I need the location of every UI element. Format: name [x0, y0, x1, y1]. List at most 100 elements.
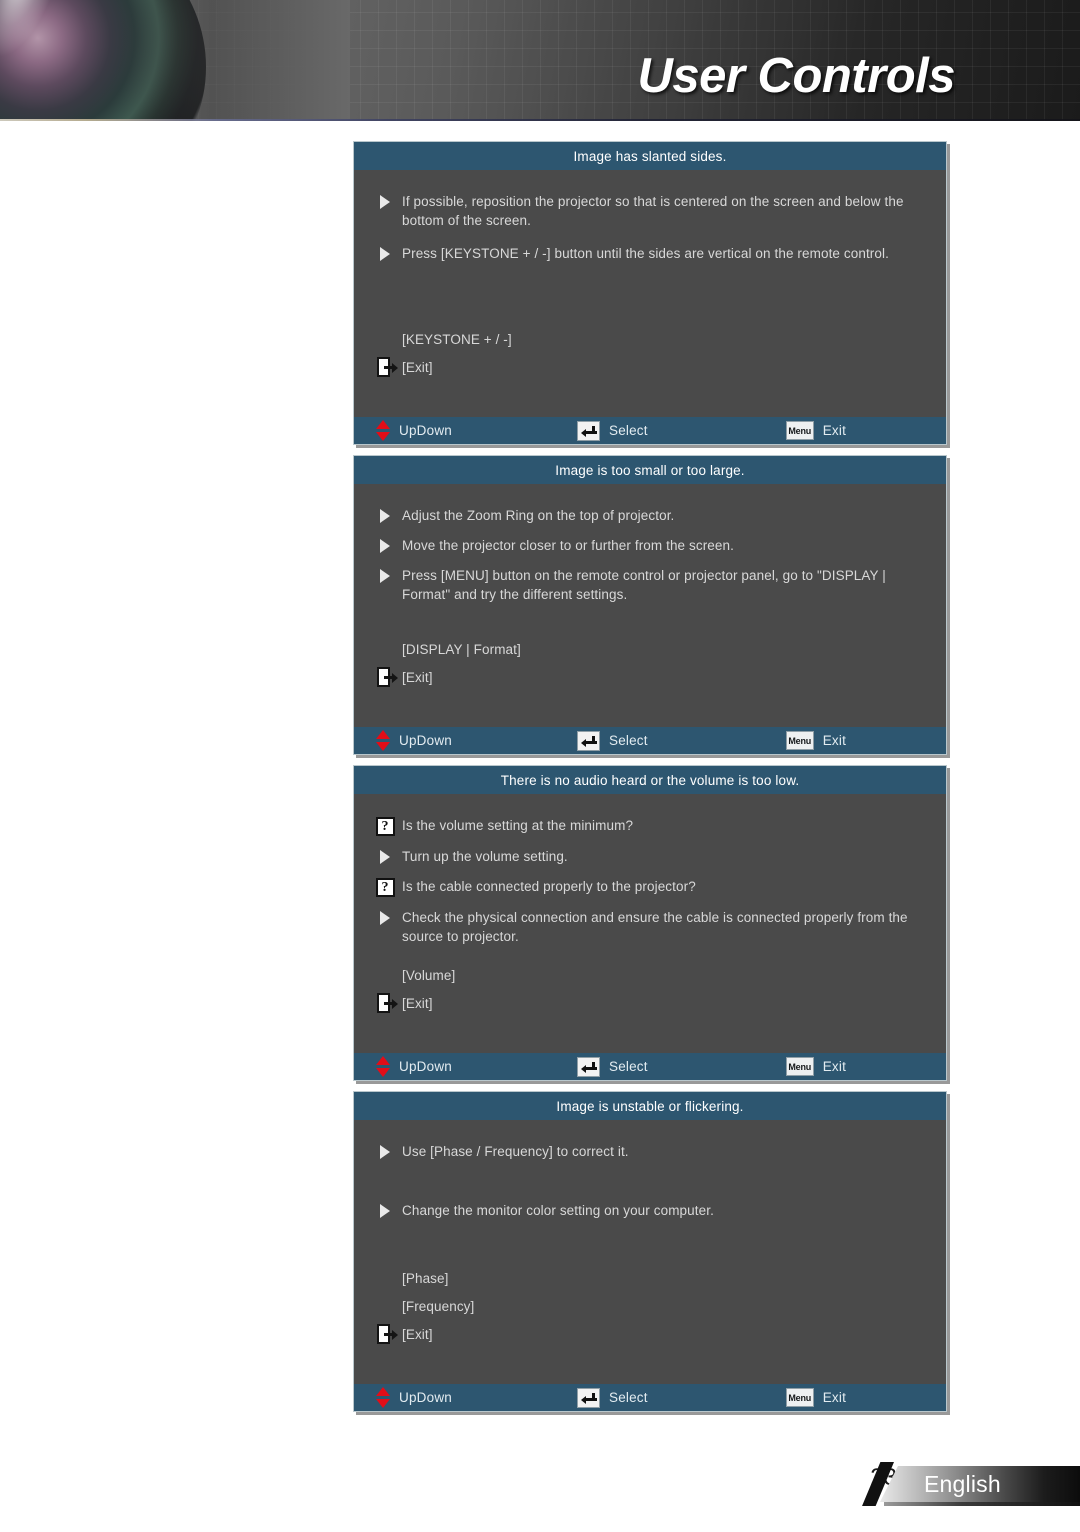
- navbar-select[interactable]: Select: [576, 1387, 648, 1408]
- reference-line: [Exit]: [368, 1322, 932, 1346]
- enter-key-icon: [576, 730, 600, 751]
- arrow-bullet-icon: [368, 1201, 402, 1218]
- arrow-bullet-icon: [368, 1142, 402, 1159]
- panel-references: [Volume] [Exit]: [354, 963, 946, 1053]
- bullet-item: Check the physical connection and ensure…: [368, 908, 932, 946]
- bullet-item: Press [KEYSTONE + / -] button until the …: [368, 244, 932, 263]
- reference-label: [Exit]: [402, 995, 433, 1011]
- navbar-exit[interactable]: Menu Exit: [785, 1057, 847, 1076]
- navbar-select-label: Select: [608, 1059, 648, 1074]
- bullet-text: Is the volume setting at the minimum?: [402, 818, 634, 833]
- question-mark-icon: ?: [368, 877, 402, 897]
- header-divider: [0, 119, 1080, 121]
- reference-label: [KEYSTONE + / -]: [402, 331, 512, 347]
- navbar-select-label: Select: [608, 1390, 648, 1405]
- menu-key-icon: Menu: [785, 1057, 814, 1076]
- navbar-updown[interactable]: UpDown: [376, 1387, 452, 1408]
- page-footer: 23 English: [0, 1460, 1080, 1532]
- bullet-item: Turn up the volume setting.: [368, 847, 932, 866]
- navbar-updown-label: UpDown: [399, 1059, 452, 1074]
- reference-line: [Volume]: [368, 963, 932, 987]
- osd-navbar: UpDown Select Menu Exit: [354, 1384, 946, 1411]
- red-up-down-arrow-icon: [376, 420, 390, 441]
- navbar-updown[interactable]: UpDown: [376, 420, 452, 441]
- menu-key-icon: Menu: [785, 1388, 814, 1407]
- osd-panel: Image is unstable or flickering. Use [Ph…: [353, 1091, 947, 1412]
- osd-navbar: UpDown Select Menu Exit: [354, 1053, 946, 1080]
- navbar-updown-label: UpDown: [399, 423, 452, 438]
- reference-line: [Phase]: [368, 1266, 932, 1290]
- navbar-updown[interactable]: UpDown: [376, 730, 452, 751]
- navbar-exit[interactable]: Menu Exit: [785, 731, 846, 750]
- page-title: User Controls: [637, 49, 955, 103]
- red-up-down-arrow-icon: [376, 1387, 390, 1408]
- bullet-text: Press [MENU] button on the remote contro…: [402, 568, 886, 602]
- osd-navbar: UpDown Select Menu Exit: [354, 727, 946, 754]
- footer-underline: [884, 1502, 1080, 1506]
- reference-line: [KEYSTONE + / -]: [368, 327, 932, 351]
- navbar-exit[interactable]: Menu Exit: [785, 421, 846, 440]
- bullet-text: Adjust the Zoom Ring on the top of proje…: [402, 508, 675, 523]
- reference-label: [Volume]: [402, 967, 456, 983]
- bullet-item: If possible, reposition the projector so…: [368, 192, 932, 230]
- bullet-text: If possible, reposition the projector so…: [402, 194, 904, 228]
- navbar-select[interactable]: Select: [576, 730, 648, 751]
- bullet-text: Press [KEYSTONE + / -] button until the …: [402, 246, 889, 261]
- menu-key-icon: Menu: [785, 421, 814, 440]
- panel-body: If possible, reposition the projector so…: [354, 170, 946, 327]
- bullet-item: Use [Phase / Frequency] to correct it.: [368, 1142, 932, 1161]
- troubleshooting-panels: Image has slanted sides. If possible, re…: [353, 141, 949, 1422]
- navbar-updown[interactable]: UpDown: [376, 1056, 452, 1077]
- reference-label: [Exit]: [402, 1326, 433, 1342]
- bullet-text: Move the projector closer to or further …: [402, 538, 734, 553]
- manual-page: User Controls Image has slanted sides. I…: [0, 0, 1080, 1532]
- enter-key-icon: [576, 1387, 600, 1408]
- page-header: User Controls: [0, 0, 1080, 121]
- question-mark-icon: ?: [368, 816, 402, 836]
- arrow-bullet-icon: [368, 506, 402, 523]
- navbar-exit-label: Exit: [822, 1059, 847, 1074]
- exit-door-icon: [368, 667, 402, 687]
- reference-label: [Phase]: [402, 1270, 449, 1286]
- reference-label: [Exit]: [402, 359, 433, 375]
- red-up-down-arrow-icon: [376, 730, 390, 751]
- panel-references: [Phase] [Frequency] [Exit]: [354, 1266, 946, 1384]
- arrow-bullet-icon: [368, 566, 402, 583]
- navbar-select[interactable]: Select: [576, 420, 648, 441]
- lens-fade-overlay: [120, 0, 350, 121]
- reference-line: [Exit]: [368, 665, 932, 689]
- osd-panel: There is no audio heard or the volume is…: [353, 765, 947, 1081]
- osd-navbar: UpDown Select Menu Exit: [354, 417, 946, 444]
- navbar-exit-label: Exit: [822, 1390, 847, 1405]
- arrow-bullet-icon: [368, 908, 402, 925]
- arrow-bullet-icon: [368, 536, 402, 553]
- exit-door-icon: [368, 993, 402, 1013]
- panel-title: Image is unstable or flickering.: [354, 1092, 946, 1120]
- menu-key-icon: Menu: [785, 731, 814, 750]
- bullet-item: Press [MENU] button on the remote contro…: [368, 566, 932, 604]
- reference-label: [Exit]: [402, 669, 433, 685]
- reference-line: [Exit]: [368, 991, 932, 1015]
- panel-references: [KEYSTONE + / -] [Exit]: [354, 327, 946, 417]
- reference-line: [Exit]: [368, 355, 932, 379]
- navbar-select[interactable]: Select: [576, 1056, 648, 1077]
- reference-label: [DISPLAY | Format]: [402, 641, 521, 657]
- enter-key-icon: [576, 1056, 600, 1077]
- navbar-updown-label: UpDown: [399, 1390, 452, 1405]
- panel-body: ? Is the volume setting at the minimum? …: [354, 794, 946, 963]
- panel-references: [DISPLAY | Format] [Exit]: [354, 637, 946, 727]
- navbar-exit[interactable]: Menu Exit: [785, 1388, 847, 1407]
- panel-body: Adjust the Zoom Ring on the top of proje…: [354, 484, 946, 637]
- navbar-select-label: Select: [608, 423, 648, 438]
- panel-body: Use [Phase / Frequency] to correct it. C…: [354, 1120, 946, 1266]
- bullet-text: Turn up the volume setting.: [402, 849, 568, 864]
- arrow-bullet-icon: [368, 847, 402, 864]
- bullet-text: Is the cable connected properly to the p…: [402, 879, 696, 894]
- bullet-text: Change the monitor color setting on your…: [402, 1203, 714, 1218]
